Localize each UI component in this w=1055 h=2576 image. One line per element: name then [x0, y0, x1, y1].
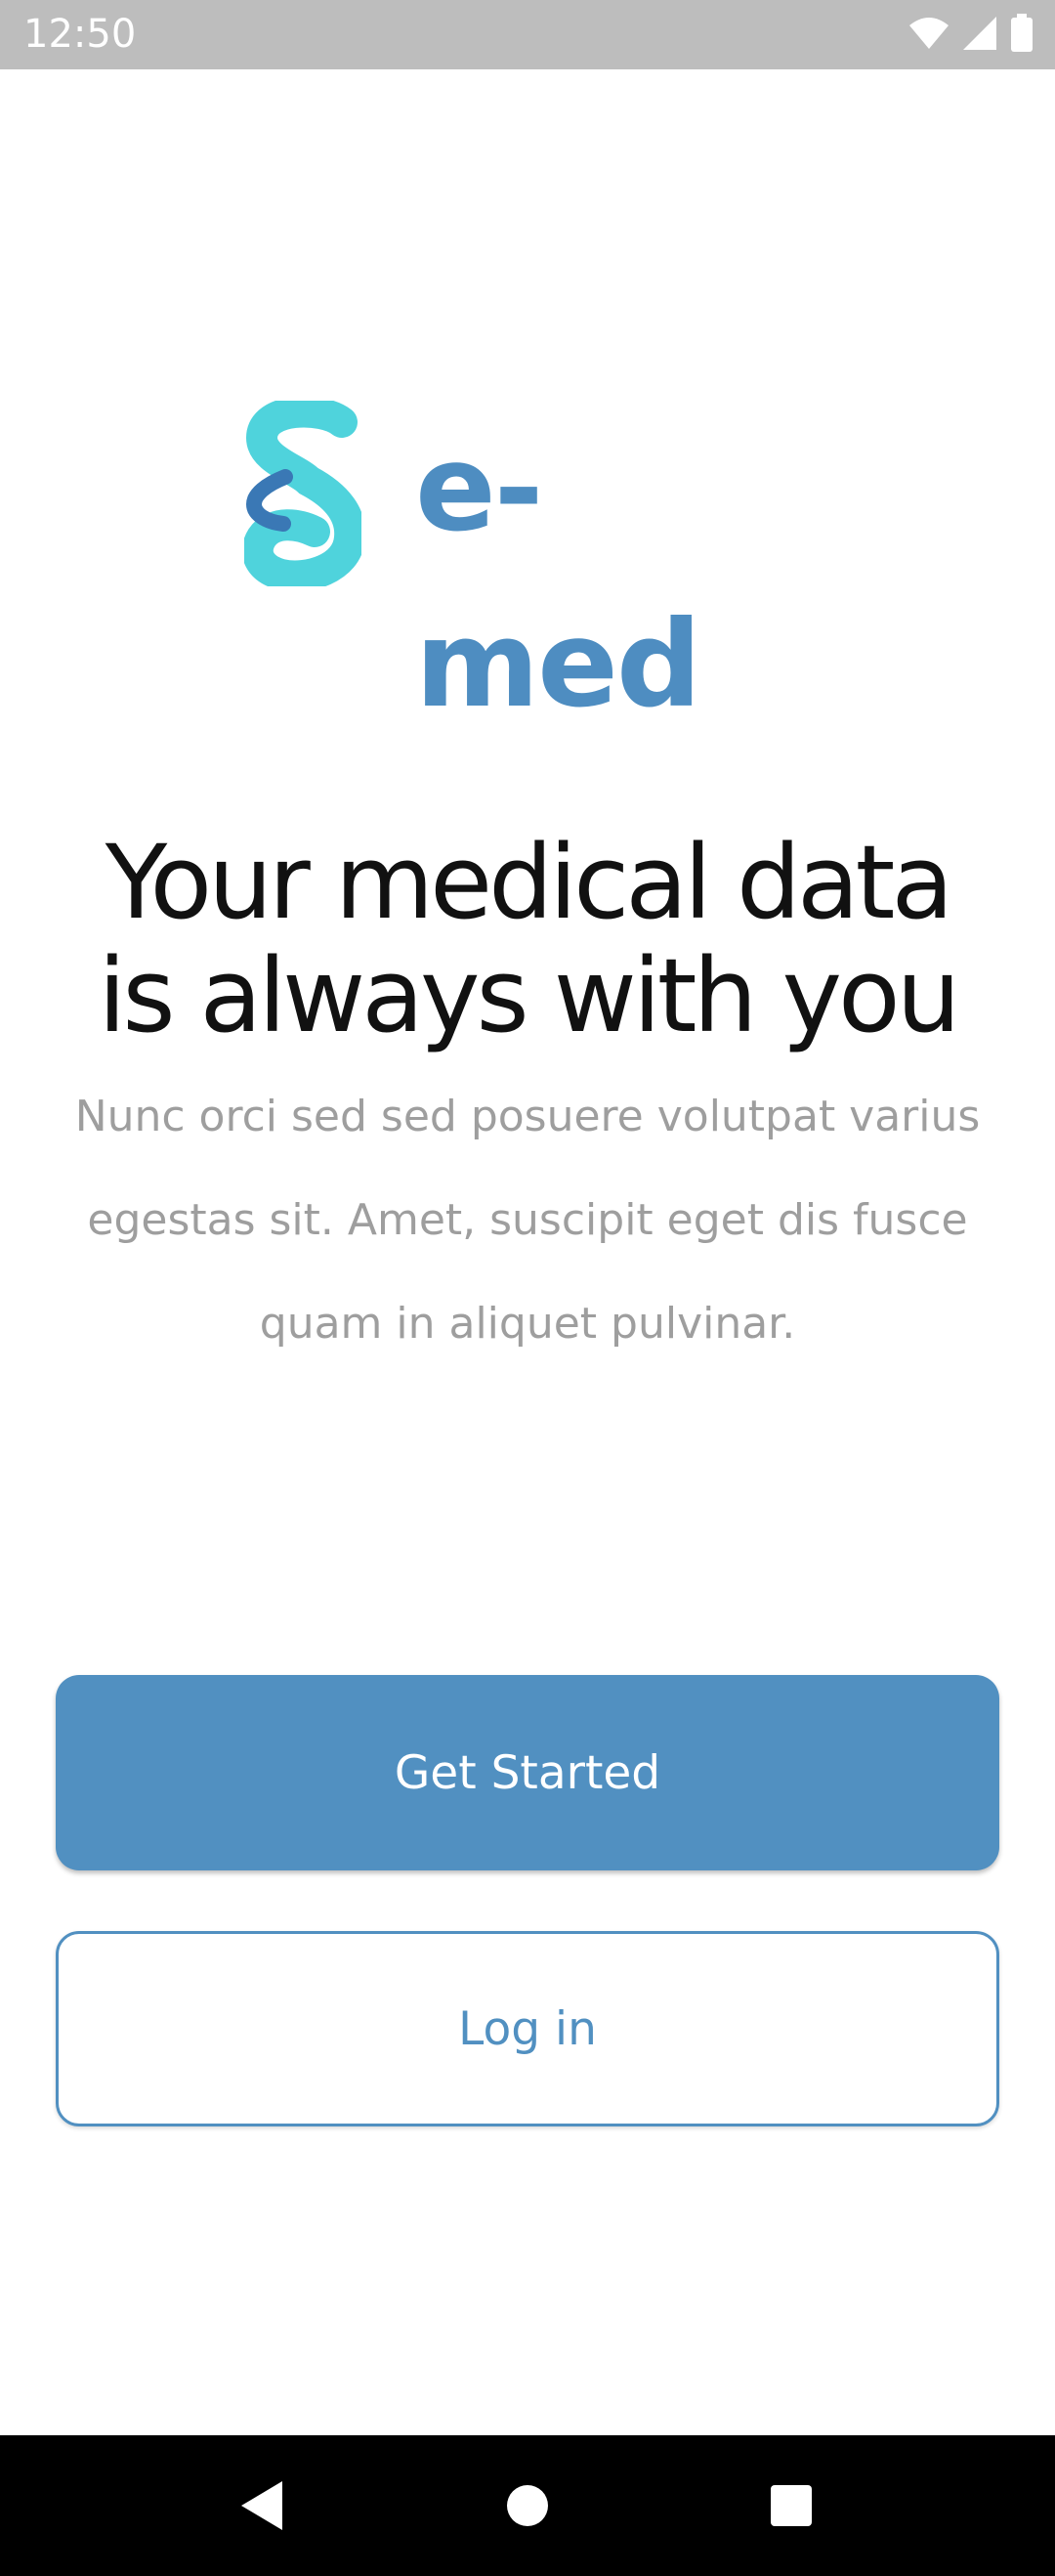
recents-icon[interactable] — [742, 2457, 840, 2555]
signal-icon — [961, 15, 998, 57]
get-started-label: Get Started — [394, 1745, 661, 1800]
headline-line-2: is always with you — [98, 936, 960, 1055]
log-in-label: Log in — [458, 2001, 597, 2056]
wifi-icon — [908, 16, 950, 56]
back-icon[interactable] — [213, 2457, 311, 2555]
logo-text: e-med — [415, 419, 701, 734]
page-title: Your medical data is always with you — [59, 826, 996, 1052]
system-nav-bar — [0, 2435, 1055, 2576]
status-bar: 12:50 — [0, 0, 1055, 69]
battery-icon — [1010, 13, 1034, 58]
home-icon[interactable] — [479, 2457, 576, 2555]
log-in-button[interactable]: Log in — [56, 1931, 999, 2126]
app-logo: e-med — [244, 401, 821, 734]
description-text: Nunc orci sed sed posuere volutpat variu… — [74, 1092, 981, 1349]
status-icons — [908, 13, 1034, 58]
headline-line-1: Your medical data — [105, 823, 953, 942]
get-started-button[interactable]: Get Started — [56, 1675, 999, 1870]
status-time: 12:50 — [23, 12, 137, 57]
